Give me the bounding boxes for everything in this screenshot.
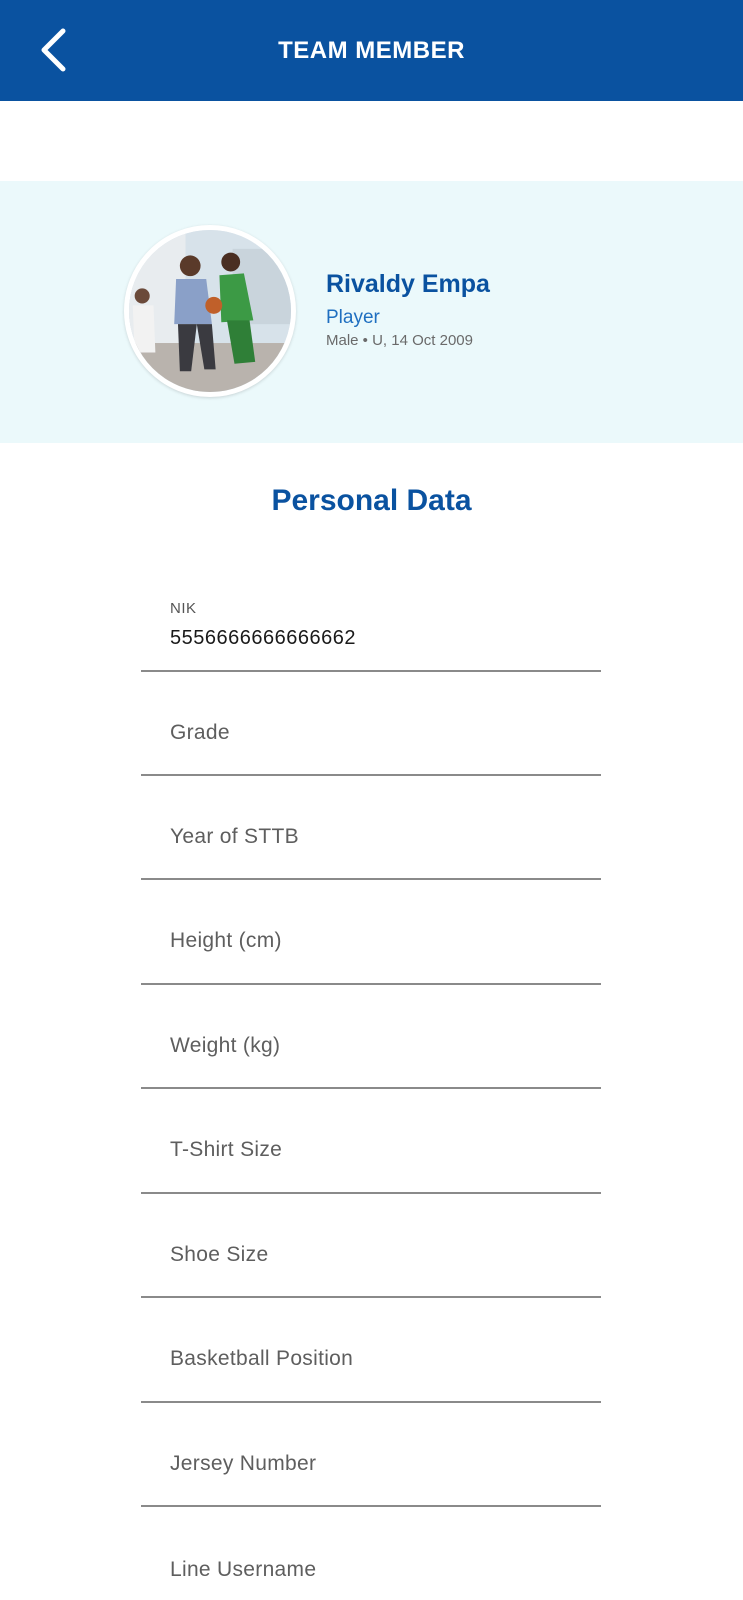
jersey-number-field[interactable]: Jersey Number xyxy=(141,1403,601,1507)
weight-placeholder: Weight (kg) xyxy=(170,1034,281,1057)
weight-field[interactable]: Weight (kg) xyxy=(141,985,601,1089)
year-of-sttb-placeholder: Year of STTB xyxy=(170,825,299,848)
chevron-left-icon xyxy=(41,28,66,72)
height-field[interactable]: Height (cm) xyxy=(141,880,601,985)
app-bar: TEAM MEMBER xyxy=(0,0,743,101)
nik-field[interactable]: NIK 5556666666666662 xyxy=(141,600,601,672)
shoe-size-placeholder: Shoe Size xyxy=(170,1243,269,1266)
nik-value: 5556666666666662 xyxy=(170,627,356,649)
basketball-position-placeholder: Basketball Position xyxy=(170,1347,354,1370)
basketball-position-field[interactable]: Basketball Position xyxy=(141,1298,601,1403)
profile-meta: Male • U, 14 Oct 2009 xyxy=(326,332,473,349)
grade-field[interactable]: Grade xyxy=(141,672,601,776)
year-of-sttb-field[interactable]: Year of STTB xyxy=(141,776,601,880)
tshirt-size-field[interactable]: T-Shirt Size xyxy=(141,1089,601,1194)
shoe-size-field[interactable]: Shoe Size xyxy=(141,1194,601,1298)
grade-placeholder: Grade xyxy=(170,721,230,744)
nik-label: NIK xyxy=(170,600,197,617)
section-title: Personal Data xyxy=(271,484,472,517)
height-placeholder: Height (cm) xyxy=(170,929,282,952)
page-title: TEAM MEMBER xyxy=(278,36,465,64)
profile-role: Player xyxy=(326,307,380,328)
profile-name: Rivaldy Empa xyxy=(326,270,490,298)
back-button[interactable] xyxy=(30,24,76,76)
line-username-field[interactable]: Line Username xyxy=(141,1507,601,1600)
jersey-number-placeholder: Jersey Number xyxy=(170,1452,317,1475)
avatar xyxy=(124,225,296,397)
tshirt-size-placeholder: T-Shirt Size xyxy=(170,1138,283,1161)
line-username-placeholder: Line Username xyxy=(170,1558,317,1581)
